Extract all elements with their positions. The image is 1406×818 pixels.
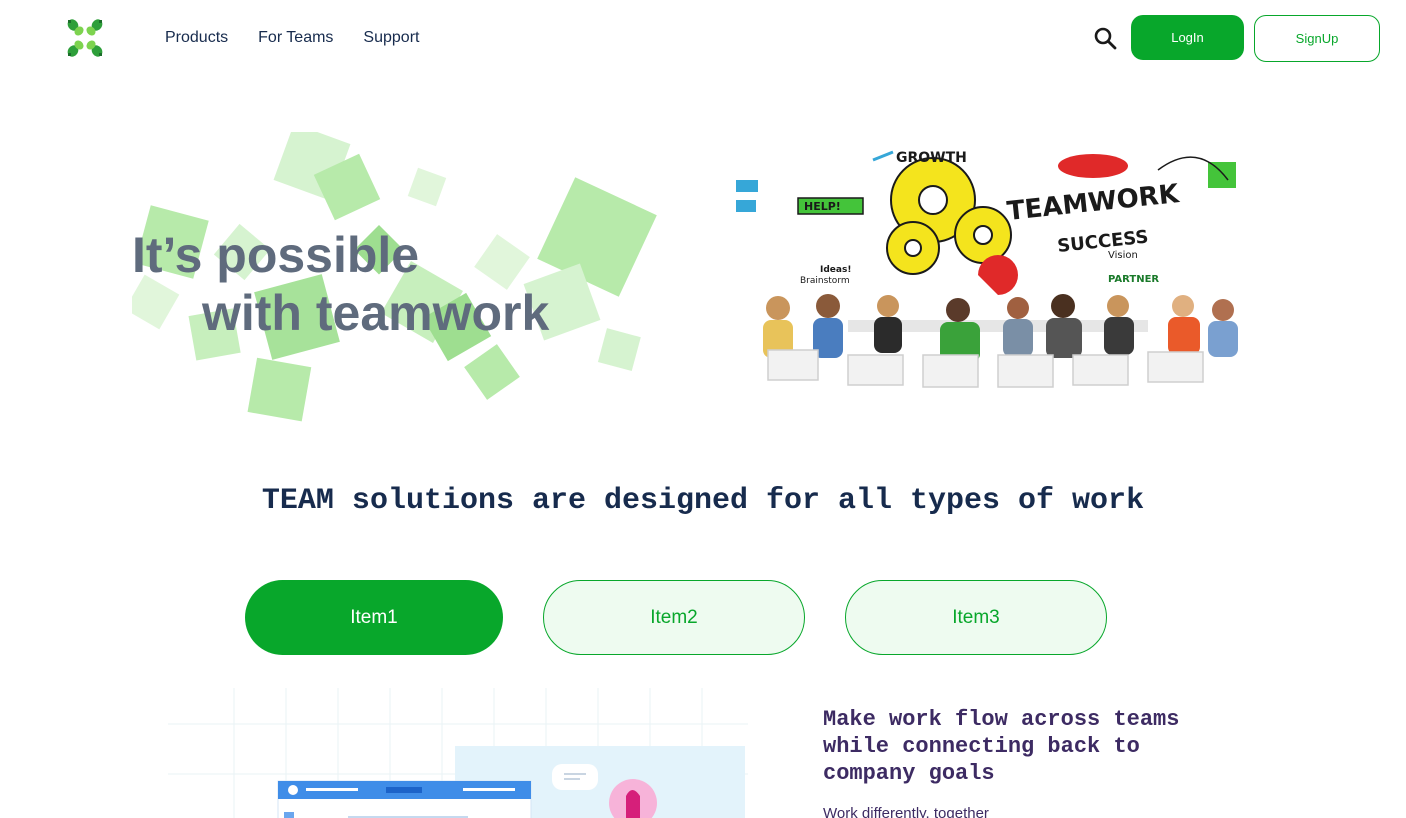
image-word-teamwork: TEAMWORK [1006, 179, 1181, 227]
section-title: TEAM solutions are designed for all type… [261, 484, 1145, 518]
tab-item1[interactable]: Item1 [245, 580, 503, 655]
image-word-help: HELP! [804, 200, 841, 213]
image-word-brainstorm: Brainstorm [800, 276, 850, 286]
image-word-growth: GROWTH [896, 150, 967, 166]
nav-support[interactable]: Support [363, 29, 419, 47]
hero-headline-line1: It’s possible [132, 227, 420, 283]
nav-for-teams[interactable]: For Teams [258, 29, 333, 47]
tab-item2[interactable]: Item2 [543, 580, 805, 655]
signup-button[interactable]: SignUp [1254, 15, 1380, 62]
hero-headline-line2: with teamwork [202, 285, 550, 341]
image-word-ideas: Ideas! [820, 265, 851, 275]
login-button[interactable]: LogIn [1131, 15, 1244, 60]
tab-item3[interactable]: Item3 [845, 580, 1107, 655]
workflow-illustration [168, 688, 748, 818]
main-nav: Products For Teams Support [165, 29, 449, 47]
feature-title: Make work flow across teams while connec… [823, 707, 1180, 786]
four-leaf-logo-icon[interactable] [64, 18, 106, 58]
nav-products[interactable]: Products [165, 29, 228, 47]
site-header: Products For Teams Support LogIn SignUp [0, 0, 1406, 76]
teamwork-illustration: GROWTH TEAMWORK SUCCESS HELP! Vision Ide… [736, 150, 1238, 388]
image-word-partner: PARTNER [1108, 274, 1159, 285]
feature-subtitle: Work differently, together [823, 805, 989, 818]
search-icon[interactable] [1093, 26, 1117, 50]
hero-banner: It’s possible with teamwork [132, 132, 662, 422]
image-word-vision: Vision [1108, 250, 1138, 261]
